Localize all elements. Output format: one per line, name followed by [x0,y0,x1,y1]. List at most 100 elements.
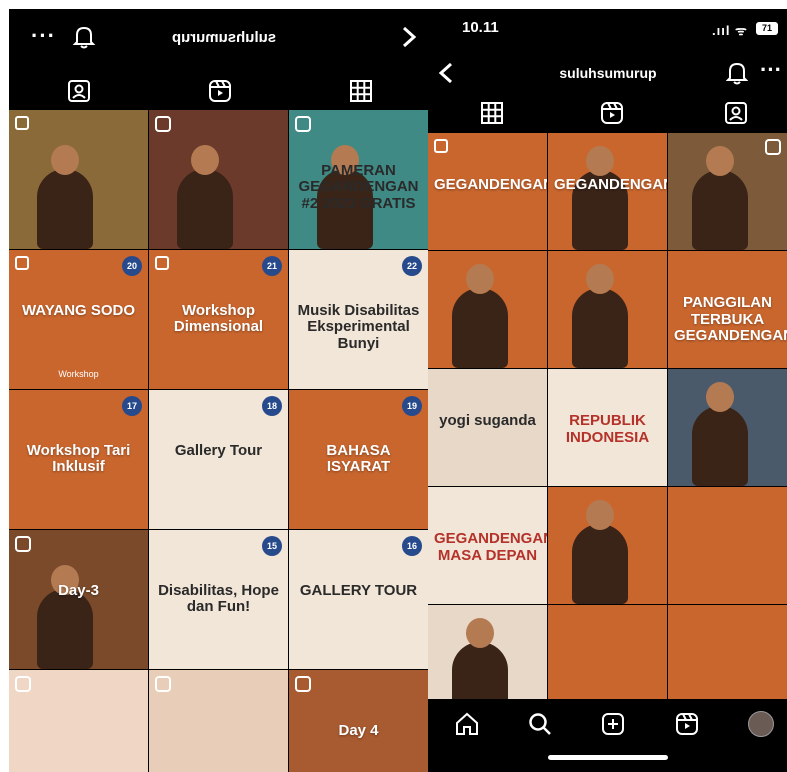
post-title: REPUBLIK INDONESIA [565,412,650,446]
post-thumbnail[interactable]: GEGANDENGAN [548,133,667,250]
photo-subject [36,145,93,249]
tagged-tab-icon[interactable] [724,101,748,125]
home-indicator [548,755,668,760]
reels-tab-icon[interactable] [208,79,232,103]
date-badge: 19 [402,396,422,416]
signal-wifi-icon: .ııl ᯤ [712,23,748,38]
post-thumbnail[interactable]: GEGANDENGAN MASA DEPAN [428,487,547,604]
reel-icon [295,116,311,132]
post-thumbnail[interactable]: Day 4 [289,670,428,772]
carousel-icon [434,139,448,153]
date-badge: 18 [262,396,282,416]
reel-icon [765,139,781,155]
date-badge: 16 [402,536,422,556]
battery-icon: 71 [756,22,778,35]
profile-username: suluhsumurup [559,65,657,81]
post-title: PANGGILAN TERBUKA GEGANDENGAN [674,294,787,345]
photo-subject-head [465,264,494,294]
post-thumbnail[interactable]: Workshop Tari Inklusif 17 [9,390,148,529]
photo-subject-head [585,146,614,176]
post-title: Musik Disabilitas Eksperimental Bunyi [297,301,420,352]
post-thumbnail[interactable] [428,251,547,368]
post-thumbnail[interactable] [548,487,667,604]
post-thumbnail[interactable] [9,670,148,772]
back-chevron-icon[interactable] [438,61,454,85]
photo-subject [691,382,748,486]
reel-icon [15,676,31,692]
post-thumbnail[interactable] [149,110,288,249]
post-thumbnail[interactable] [149,670,288,772]
photo-subject-head [585,264,614,294]
search-icon[interactable] [527,711,553,737]
home-icon[interactable] [454,711,480,737]
post-thumbnail[interactable]: BAHASA ISYARAT 19 [289,390,428,529]
post-thumbnail[interactable] [548,251,667,368]
profile-tabs [9,69,428,113]
photo-subject-head [705,146,734,176]
more-options-icon[interactable]: ··· [760,57,782,83]
create-post-icon[interactable] [600,711,626,737]
post-thumbnail[interactable]: Day-3 [9,530,148,669]
photo-subject [571,264,628,368]
tagged-tab-icon[interactable] [67,79,91,103]
post-title: Day-3 [58,581,99,599]
carousel-icon [15,116,29,130]
photo-subject-head [465,618,494,648]
post-thumbnail[interactable]: Musik Disabilitas Eksperimental Bunyi 22 [289,250,428,389]
post-thumbnail[interactable] [9,110,148,249]
carousel-icon [155,256,169,270]
left-post-grid: PAMERAN GEGANDENGAN #2 2023 GRATIS WAYANG… [9,110,428,772]
post-title: Gallery Tour [174,441,263,459]
post-thumbnail[interactable]: Gallery Tour 18 [149,390,288,529]
photo-subject-head [50,145,79,175]
grid-tab-icon[interactable] [480,101,504,125]
post-thumbnail[interactable]: REPUBLIK INDONESIA [548,369,667,486]
reel-icon [295,676,311,692]
post-thumbnail[interactable]: yogi suganda [428,369,547,486]
profile-username: suluhsumurup [171,29,277,46]
post-thumbnail[interactable]: PANGGILAN TERBUKA GEGANDENGAN [668,251,787,368]
date-badge: 22 [402,256,422,276]
photo-subject [451,264,508,368]
post-thumbnail[interactable]: Disabilitas, Hope dan Fun! 15 [149,530,288,669]
chevron-right-icon[interactable] [401,25,417,49]
post-thumbnail[interactable]: WAYANG SODO 20 Workshop [9,250,148,389]
post-title: GEGANDENGAN [554,176,667,194]
post-title: WAYANG SODO [21,301,136,319]
bell-icon[interactable] [726,61,748,85]
post-title: BAHASA ISYARAT [326,441,391,476]
post-title: Day 4 [338,721,379,739]
right-post-grid: GEGANDENGAN GEGANDENGAN PANGGILAN TERBUKA … [428,133,787,722]
post-title: GALLERY TOUR [299,581,418,599]
reel-icon [155,676,171,692]
bottom-nav-bar [428,699,787,772]
date-badge: 21 [262,256,282,276]
post-thumbnail[interactable] [668,487,787,604]
post-thumbnail[interactable]: GEGANDENGAN [428,133,547,250]
date-badge: 15 [262,536,282,556]
post-title: Workshop Tari Inklusif [26,441,131,476]
photo-subject [176,145,233,249]
post-title: GEGANDENGAN [434,176,547,194]
right-phone-screen: 10.11 .ııl ᯤ 71 suluhsumurup ··· GEGANDE [428,9,787,772]
reels-tab-icon[interactable] [600,101,624,125]
more-options-icon[interactable]: ··· [31,23,56,49]
reels-nav-icon[interactable] [674,711,700,737]
post-title: PAMERAN GEGANDENGAN #2 2023 GRATIS [298,161,419,212]
photo-subject [571,500,628,604]
post-title: GEGANDENGAN MASA DEPAN [434,530,547,564]
status-bar: 10.11 .ııl ᯤ 71 [428,9,787,49]
post-thumbnail[interactable] [668,133,787,250]
left-profile-header: ··· suluhsumurup [9,9,428,65]
post-thumbnail[interactable] [668,369,787,486]
bell-icon[interactable] [73,25,95,49]
post-thumbnail[interactable]: GALLERY TOUR 16 [289,530,428,669]
post-thumbnail[interactable]: PAMERAN GEGANDENGAN #2 2023 GRATIS [289,110,428,249]
post-thumbnail[interactable]: Workshop Dimensional 21 [149,250,288,389]
grid-tab-icon[interactable] [349,79,373,103]
post-title: Workshop Dimensional [173,301,264,336]
post-title: yogi suganda [439,412,536,430]
profile-avatar[interactable] [748,711,774,737]
photo-subject [691,146,748,250]
right-profile-header: suluhsumurup ··· [428,53,787,93]
